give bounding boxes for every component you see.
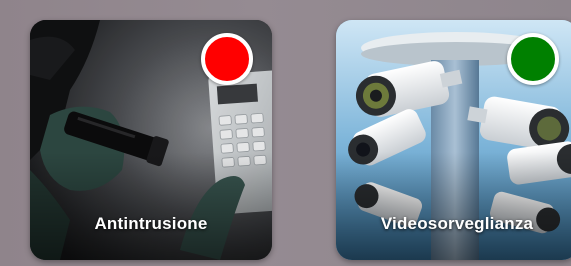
status-indicator-red (201, 33, 253, 85)
tile-antintrusione[interactable]: Antintrusione (30, 20, 272, 260)
tile-videosorveglianza[interactable]: Videosorveglianza (336, 20, 571, 260)
status-indicator-green (507, 33, 559, 85)
tile-label-videosorveglianza: Videosorveglianza (380, 214, 534, 233)
tile-label-antintrusione: Antintrusione (94, 214, 208, 233)
